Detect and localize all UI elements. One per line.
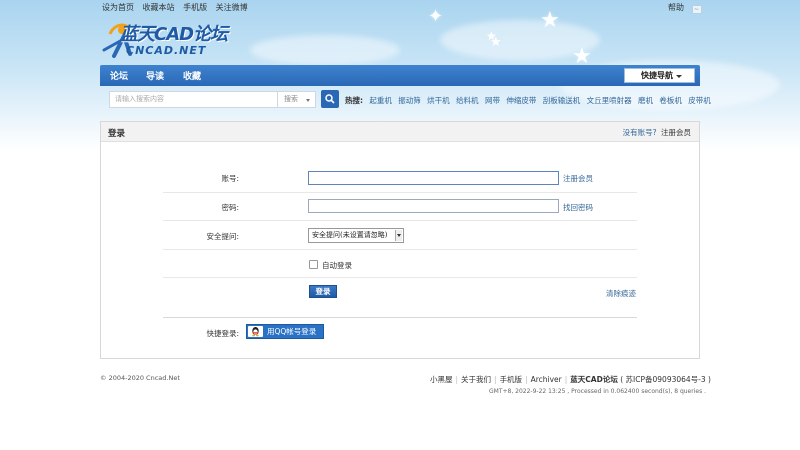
- footer-link-mobile[interactable]: 手机版: [500, 375, 523, 384]
- divider: |: [455, 375, 459, 384]
- rss-icon[interactable]: ~: [691, 5, 702, 14]
- hot-search: 热搜: 起重机 振动筛 烘干机 给料机 网带 伸缩皮带 刮板输送机 文丘里喷射器…: [345, 95, 711, 106]
- password-input[interactable]: [308, 199, 559, 213]
- divider: |: [564, 375, 568, 384]
- security-question-select[interactable]: 安全提问(未设置请忽略): [308, 228, 404, 243]
- follow-weibo-link[interactable]: 关注微博: [216, 3, 248, 12]
- divider: |: [525, 375, 528, 384]
- chevron-down-icon: [676, 75, 682, 78]
- hot-term[interactable]: 烘干机: [427, 96, 450, 105]
- qq-login-button[interactable]: 用QQ帐号登录: [246, 324, 324, 339]
- submit-row: 登录 清除痕迹: [163, 278, 637, 318]
- chevron-down-icon: [395, 230, 402, 241]
- hot-term[interactable]: 网带: [485, 96, 500, 105]
- security-question-value: 安全提问(未设置请忽略): [312, 231, 388, 239]
- quick-nav-dropdown[interactable]: 快捷导航: [624, 68, 695, 83]
- qq-icon: [248, 326, 263, 337]
- top-bar: 设为首页 收藏本站 手机版 关注微博 帮助 ~: [0, 0, 800, 14]
- footer-links: 小黑屋 | 关于我们 | 手机版 | Archiver | 蓝天CAD论坛 ( 苏ICP备090…: [430, 374, 711, 385]
- divider: |: [494, 375, 497, 384]
- logo-brand-cn: 蓝天CAD论坛: [120, 24, 228, 45]
- password-row: 密码: 找回密码: [163, 193, 637, 221]
- top-links: 设为首页 收藏本站 手机版 关注微博: [102, 2, 254, 13]
- footer-link-archiver[interactable]: Archiver: [531, 375, 562, 384]
- hot-term[interactable]: 卷板机: [659, 96, 682, 105]
- hot-term[interactable]: 伸缩皮带: [506, 96, 536, 105]
- set-homepage-link[interactable]: 设为首页: [102, 3, 134, 12]
- chevron-down-icon: [306, 99, 310, 102]
- footer-stats: GMT+8, 2022-9-22 13:25 , Processed in 0.…: [489, 388, 707, 395]
- copyright: © 2004-2020 Cncad.Net: [100, 374, 180, 382]
- footer-site-name[interactable]: 蓝天CAD论坛: [570, 375, 618, 384]
- nav-forum[interactable]: 论坛: [110, 69, 128, 82]
- quick-nav-label: 快捷导航: [641, 71, 673, 80]
- register-prompt: 没有账号? 注册会员: [623, 127, 691, 138]
- auto-login-label: 自动登录: [322, 261, 352, 270]
- nav-favorites[interactable]: 收藏: [183, 69, 201, 82]
- account-label: 账号:: [221, 174, 239, 183]
- register-member-link[interactable]: 注册会员: [563, 173, 593, 184]
- search-input[interactable]: [109, 91, 278, 108]
- login-title: 登录: [108, 129, 126, 139]
- login-panel-header: 登录 没有账号? 注册会员: [101, 122, 699, 142]
- hot-term[interactable]: 皮带机: [688, 96, 711, 105]
- login-panel: 登录 没有账号? 注册会员 账号: 注册会员 密码: 找回密码 安全提问: 安全…: [100, 121, 700, 359]
- nav-guide[interactable]: 导读: [146, 69, 164, 82]
- login-button[interactable]: 登录: [309, 285, 337, 298]
- security-question-label: 安全提问:: [206, 232, 239, 241]
- star-decoration: ★: [490, 35, 502, 50]
- find-password-link[interactable]: 找回密码: [563, 202, 593, 213]
- hot-term[interactable]: 振动筛: [398, 96, 421, 105]
- register-link[interactable]: 注册会员: [661, 128, 691, 137]
- hot-term[interactable]: 文丘里喷射器: [587, 96, 632, 105]
- help-link[interactable]: 帮助: [668, 3, 684, 12]
- hot-term[interactable]: 给料机: [456, 96, 479, 105]
- auto-login-checkbox[interactable]: [309, 260, 318, 269]
- hot-term[interactable]: 刮板输送机: [543, 96, 581, 105]
- search-button[interactable]: [321, 90, 339, 108]
- search-icon: [325, 94, 335, 104]
- security-question-row: 安全提问: 安全提问(未设置请忽略): [163, 221, 637, 250]
- bookmark-site-link[interactable]: 收藏本站: [143, 3, 175, 12]
- account-input[interactable]: [308, 171, 559, 185]
- qq-login-label: 用QQ帐号登录: [267, 327, 317, 336]
- mobile-version-link[interactable]: 手机版: [183, 3, 207, 12]
- icp-link[interactable]: ( 苏ICP备09093064号-3 ): [620, 375, 711, 384]
- search-scope-select[interactable]: 搜索: [278, 91, 316, 108]
- hot-term[interactable]: 磨机: [638, 96, 653, 105]
- hot-search-label: 热搜:: [345, 96, 363, 105]
- top-right: 帮助 ~: [668, 2, 702, 14]
- password-label: 密码:: [221, 203, 239, 212]
- site-logo[interactable]: 蓝天CAD论坛 CNCAD.NET: [100, 16, 230, 60]
- clear-traces-link[interactable]: 清除痕迹: [606, 288, 636, 299]
- quick-login-label: 快捷登录:: [206, 329, 239, 338]
- auto-login-row: 自动登录: [163, 250, 637, 278]
- main-nav: 论坛 导读 收藏: [100, 65, 700, 86]
- hot-term[interactable]: 起重机: [369, 96, 392, 105]
- logo-brand-en: CNCAD.NET: [126, 44, 207, 57]
- account-row: 账号: 注册会员: [163, 164, 637, 193]
- footer-link-about[interactable]: 关于我们: [461, 375, 491, 384]
- footer-link-blackroom[interactable]: 小黑屋: [430, 375, 453, 384]
- search-scope-label: 搜索: [284, 95, 298, 103]
- no-account-link[interactable]: 没有账号?: [623, 128, 657, 137]
